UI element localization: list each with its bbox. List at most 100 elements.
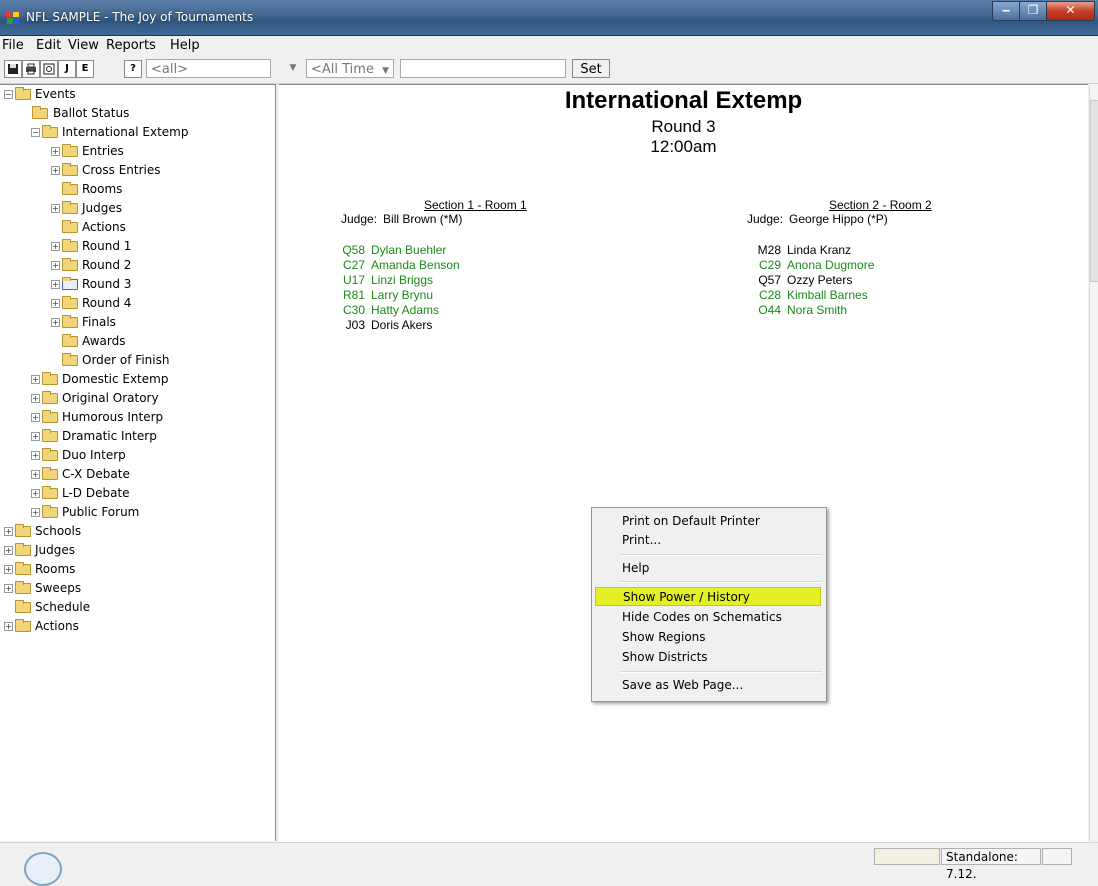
entry-code: C29: [758, 258, 781, 272]
expand-icon[interactable]: +: [31, 470, 40, 479]
expand-icon[interactable]: +: [51, 242, 60, 251]
tree-label: Dramatic Interp: [62, 429, 157, 443]
folder-icon: [62, 334, 78, 347]
event-tree: − Events Ballot Status − International E…: [0, 84, 276, 841]
tree-label: Actions: [82, 220, 126, 234]
set-button[interactable]: Set: [572, 59, 610, 78]
menu-bar: File Edit View Reports Help: [0, 36, 1098, 56]
menu-item-show-power-history[interactable]: Show Power / History: [595, 587, 821, 606]
collapse-icon[interactable]: −: [4, 90, 13, 99]
e-button[interactable]: E: [76, 60, 94, 78]
print-button[interactable]: [22, 60, 40, 78]
folder-icon: [32, 106, 48, 119]
expand-icon[interactable]: +: [51, 261, 60, 270]
title-bar: NFL SAMPLE - The Joy of Tournaments ‒ ❐ …: [0, 0, 1098, 36]
open-folder-icon: [62, 277, 78, 290]
menu-separator: [620, 671, 822, 673]
status-panel-blank: [1042, 848, 1072, 865]
menu-edit[interactable]: Edit: [36, 38, 61, 53]
menu-item-print[interactable]: Print...: [595, 531, 821, 550]
expand-icon[interactable]: +: [51, 147, 60, 156]
save-button[interactable]: [4, 60, 22, 78]
entry-name: Dylan Buehler: [371, 243, 447, 257]
toolbar: J E ? <all> ▼ <All Time ▼ Set: [0, 57, 1098, 84]
menu-item-print-default[interactable]: Print on Default Printer: [595, 512, 821, 531]
collapse-icon[interactable]: −: [31, 128, 40, 137]
expand-icon[interactable]: +: [51, 166, 60, 175]
minimize-button[interactable]: ‒: [992, 1, 1020, 21]
search-input[interactable]: [400, 59, 566, 78]
preview-icon: [43, 63, 55, 75]
expand-icon[interactable]: +: [4, 565, 13, 574]
scrollbar-thumb[interactable]: [1090, 100, 1098, 282]
entry-code: J03: [345, 318, 365, 332]
entry-row: J03 Doris Akers: [333, 318, 433, 333]
menu-reports[interactable]: Reports: [106, 38, 156, 53]
entry-row: R81 Larry Brynu: [333, 288, 433, 303]
entry-name: Kimball Barnes: [787, 288, 868, 302]
dropdown-arrow-icon[interactable]: ▼: [286, 61, 300, 75]
entry-code: C27: [342, 258, 365, 272]
menu-separator: [620, 554, 822, 556]
status-bar: Standalone: 7.12.: [0, 842, 1098, 886]
folder-icon: [42, 391, 58, 404]
maximize-button[interactable]: ❐: [1019, 1, 1047, 21]
status-panel-empty: [874, 848, 940, 865]
schematic-document[interactable]: International Extemp Round 3 12:00am Sec…: [279, 84, 1088, 842]
preview-button[interactable]: [40, 60, 58, 78]
expand-icon[interactable]: +: [4, 622, 13, 631]
expand-icon[interactable]: +: [31, 394, 40, 403]
expand-icon[interactable]: +: [51, 318, 60, 327]
expand-icon[interactable]: +: [31, 375, 40, 384]
expand-icon[interactable]: +: [51, 204, 60, 213]
expand-icon[interactable]: +: [51, 280, 60, 289]
tree-label: Schools: [35, 524, 82, 538]
entry-name: Ozzy Peters: [787, 273, 853, 287]
menu-view[interactable]: View: [68, 38, 99, 53]
vertical-scrollbar[interactable]: [1089, 84, 1098, 841]
tree-label: Sweeps: [35, 581, 82, 595]
entry-code: R81: [342, 288, 365, 302]
entry-row: C29 Anona Dugmore: [749, 258, 874, 273]
tree-label: Round 1: [82, 239, 132, 253]
entry-code: M28: [757, 243, 781, 257]
tree-label: Ballot Status: [53, 106, 130, 120]
tree-label: Rooms: [82, 182, 123, 196]
entry-name: Doris Akers: [371, 318, 433, 332]
app-icon: [6, 11, 19, 24]
minimize-icon: ‒: [1001, 3, 1011, 17]
menu-item-save-web-page[interactable]: Save as Web Page...: [595, 676, 821, 695]
printer-icon: [26, 63, 36, 75]
expand-icon[interactable]: +: [31, 413, 40, 422]
menu-file[interactable]: File: [2, 38, 24, 53]
entry-row: Q57 Ozzy Peters: [749, 273, 852, 288]
start-orb-icon[interactable]: [24, 852, 62, 886]
tree-label: Judges: [35, 543, 76, 557]
expand-icon[interactable]: +: [51, 299, 60, 308]
folder-icon: [42, 486, 58, 499]
expand-icon[interactable]: +: [31, 508, 40, 517]
entry-code: Q57: [758, 273, 781, 287]
menu-item-show-regions[interactable]: Show Regions: [595, 628, 821, 647]
folder-icon: [15, 87, 31, 100]
close-icon: ✕: [1065, 3, 1076, 17]
menu-item-hide-codes[interactable]: Hide Codes on Schematics: [595, 608, 821, 627]
help-button[interactable]: ?: [124, 60, 142, 78]
expand-icon[interactable]: +: [4, 546, 13, 555]
expand-icon[interactable]: +: [31, 489, 40, 498]
entry-row: C30 Hatty Adams: [333, 303, 439, 318]
time-combo[interactable]: <All Time ▼: [306, 59, 394, 78]
expand-icon[interactable]: +: [31, 451, 40, 460]
folder-icon: [62, 296, 78, 309]
entry-name: Hatty Adams: [371, 303, 440, 317]
judge-label: Judge:: [747, 212, 784, 226]
filter-combo[interactable]: <all>: [146, 59, 271, 78]
expand-icon[interactable]: +: [31, 432, 40, 441]
close-button[interactable]: ✕: [1046, 1, 1095, 21]
expand-icon[interactable]: +: [4, 584, 13, 593]
expand-icon[interactable]: +: [4, 527, 13, 536]
menu-item-show-districts[interactable]: Show Districts: [595, 648, 821, 667]
menu-help[interactable]: Help: [170, 38, 200, 53]
menu-item-help[interactable]: Help: [595, 559, 821, 578]
j-button[interactable]: J: [58, 60, 76, 78]
